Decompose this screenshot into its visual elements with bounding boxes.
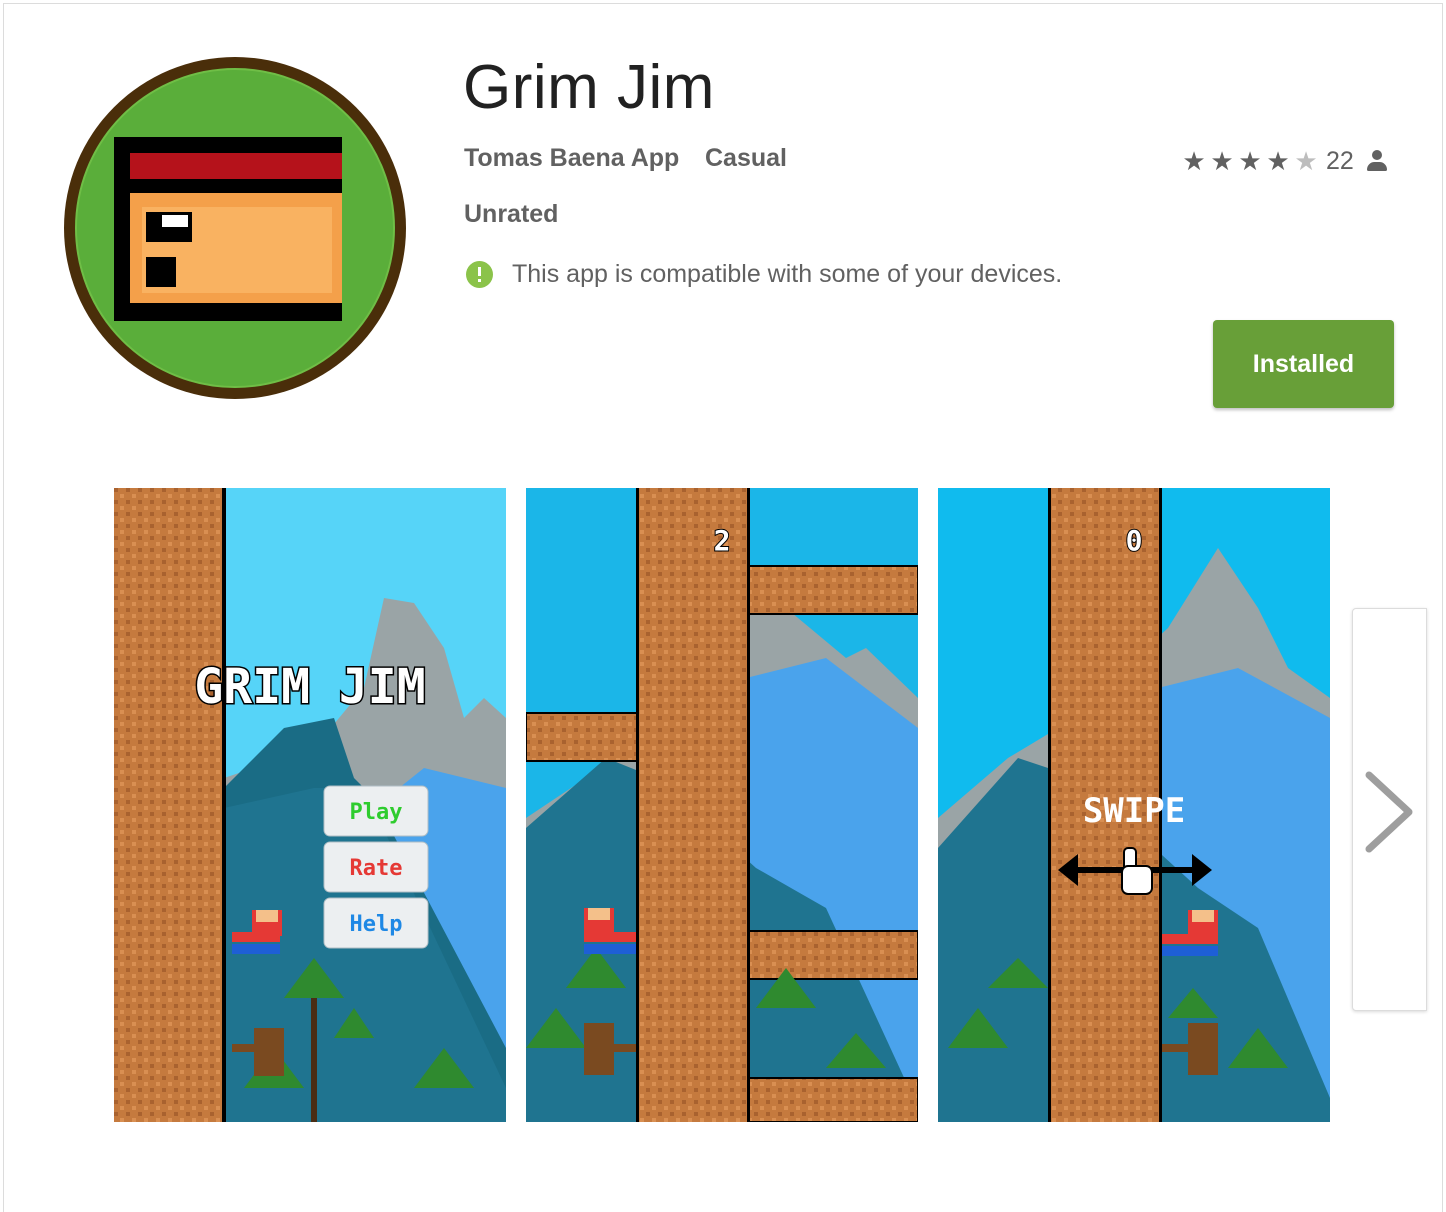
menu-play-label: Play [350, 800, 403, 825]
screenshot-score: 0 [1126, 524, 1143, 557]
screenshot-2[interactable]: 2 [526, 488, 918, 1122]
menu-help-label: Help [350, 912, 403, 937]
category-link[interactable]: Casual [705, 144, 787, 173]
screenshot-1[interactable]: GRIM JIM Play Rate Help [114, 488, 506, 1122]
menu-rate-label: Rate [350, 856, 403, 881]
screenshot-score: 2 [714, 524, 731, 557]
screenshot-3[interactable]: 0 SWIPE [938, 488, 1330, 1122]
star-rating: ★ ★ ★ ★ ★ [1180, 143, 1320, 179]
rating-count: 22 [1326, 146, 1354, 175]
star-icon: ★ [1182, 146, 1206, 176]
installed-button[interactable]: Installed [1213, 320, 1394, 408]
chevron-right-icon [1365, 771, 1413, 853]
person-icon [1366, 149, 1388, 173]
half-star-icon: ★ [1294, 146, 1318, 176]
app-icon [62, 57, 408, 400]
star-icon: ★ [1266, 146, 1290, 176]
compatibility-notice: This app is compatible with some of your… [466, 260, 1062, 289]
screenshot-game-title: GRIM JIM [194, 659, 425, 715]
compatibility-text: This app is compatible with some of your… [512, 260, 1063, 288]
developer-link[interactable]: Tomas Baena App [464, 144, 679, 173]
info-circle-icon [466, 261, 493, 288]
rating-summary: ★ ★ ★ ★ ★ 22 [1180, 143, 1388, 179]
swipe-hint: SWIPE [1083, 791, 1185, 831]
content-rating: Unrated [464, 200, 559, 228]
app-title: Grim Jim [463, 53, 715, 122]
star-icon: ★ [1238, 146, 1262, 176]
next-screenshot-button[interactable] [1352, 608, 1427, 1011]
star-icon: ★ [1210, 146, 1234, 176]
